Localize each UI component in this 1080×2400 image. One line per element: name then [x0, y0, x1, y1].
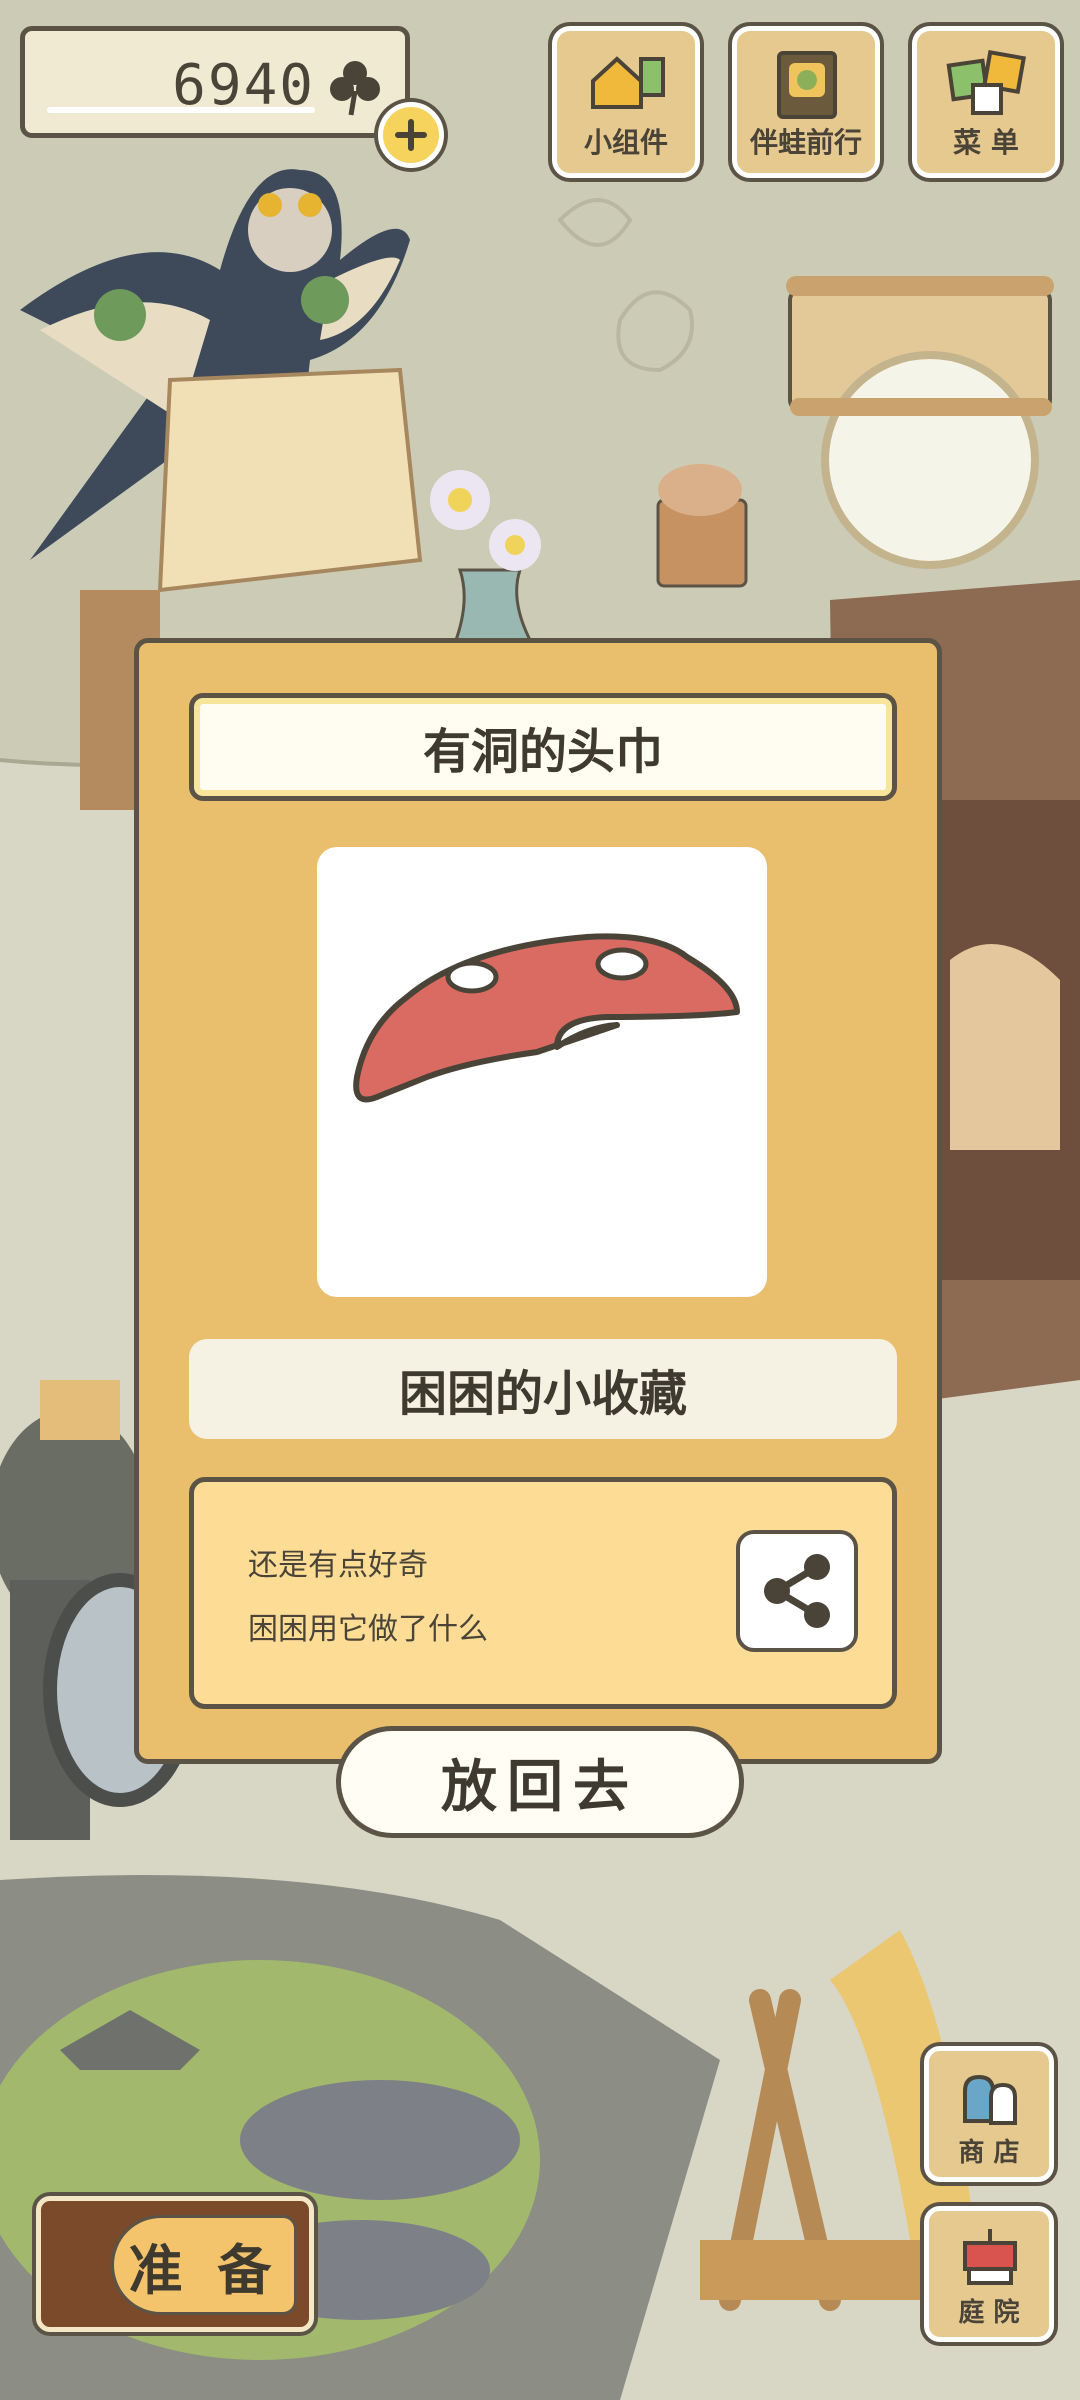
travel-button[interactable]: 伴蛙前行: [732, 26, 880, 178]
item-description-box: 还是有点好奇 困困用它做了什么: [189, 1477, 897, 1709]
bandana-with-holes-icon: [353, 933, 740, 1103]
item-name: 有洞的头巾: [189, 693, 897, 801]
shop-icon: [963, 2074, 1017, 2125]
description-line-1: 还是有点好奇: [248, 1548, 428, 1583]
add-clover-button[interactable]: [378, 102, 444, 168]
share-icon: [764, 1554, 830, 1628]
shop-label: 商 店: [958, 2138, 1020, 2168]
clover-underline: [47, 107, 315, 113]
prepare-label: 准 备: [111, 2215, 297, 2315]
menu-icon: [946, 49, 1027, 115]
menu-label: 菜 单: [953, 126, 1019, 159]
yard-label: 庭 院: [958, 2298, 1020, 2328]
plus-icon: [395, 119, 427, 151]
menu-button[interactable]: 菜 单: [912, 26, 1060, 178]
shop-button[interactable]: 商 店: [924, 2046, 1054, 2182]
widgets-button[interactable]: 小组件: [552, 26, 700, 178]
clover-counter: 6940: [20, 26, 410, 138]
collection-name: 困困的小收藏: [189, 1339, 897, 1439]
travel-icon: [777, 51, 837, 119]
share-button[interactable]: [736, 1530, 858, 1652]
widgets-icon: [591, 56, 665, 109]
item-image-frame: [317, 847, 767, 1297]
yard-button[interactable]: 庭 院: [924, 2206, 1054, 2342]
travel-label: 伴蛙前行: [749, 126, 862, 159]
clover-icon: [330, 61, 380, 116]
put-back-button[interactable]: 放回去: [336, 1726, 744, 1838]
description-line-2: 困困用它做了什么: [248, 1612, 488, 1647]
widgets-label: 小组件: [583, 126, 668, 159]
item-detail-dialog: 有洞的头巾 困困的小收藏 还是有点好奇 困困用它做了什么: [134, 638, 942, 1764]
prepare-button[interactable]: 准 备: [36, 2196, 314, 2332]
yard-icon: [963, 2229, 1017, 2285]
